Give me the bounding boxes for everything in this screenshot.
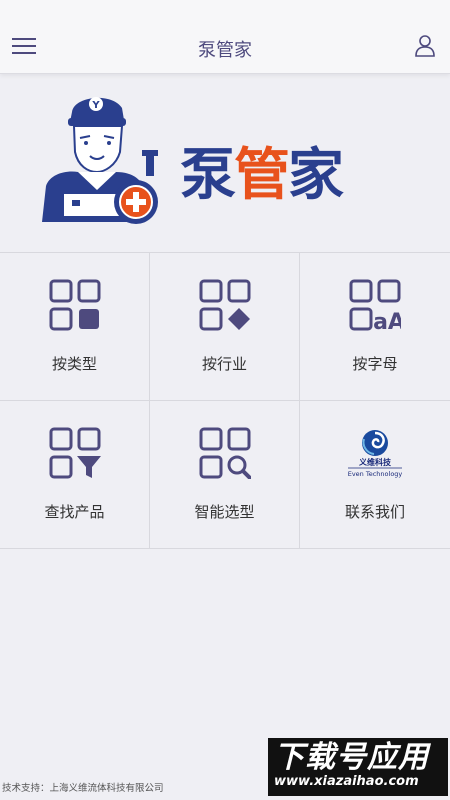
svg-text:义维科技: 义维科技 <box>358 457 392 467</box>
menu-item-label: 智能选型 <box>194 503 255 521</box>
pump-mascot-icon: Y <box>42 97 158 224</box>
search-grid-icon <box>199 427 251 479</box>
watermark-text: 下载号应用 <box>274 740 429 775</box>
alphabet-grid-icon: aA <box>349 279 401 331</box>
top-bar: 泵管家 <box>0 0 450 74</box>
menu-item-label: 查找产品 <box>44 503 105 521</box>
page-title: 泵管家 <box>198 40 252 61</box>
watermark-logo: 下载号应用 www.xiazaihao.com <box>268 738 448 796</box>
svg-text:Even Technology: Even Technology <box>348 470 403 478</box>
category-grid-icon <box>49 279 101 331</box>
brand-wordmark: 泵管家 <box>180 143 344 208</box>
menu-item-label: 按行业 <box>201 355 247 373</box>
menu-item-by-type[interactable]: 按类型 <box>0 253 150 401</box>
menu-item-label: 联系我们 <box>344 503 405 521</box>
brand-logo: Y 泵管家 <box>0 74 450 252</box>
user-icon[interactable] <box>414 34 436 58</box>
svg-text:aA: aA <box>373 310 401 331</box>
menu-item-by-industry[interactable]: 按行业 <box>150 253 300 401</box>
watermark-url: www.xiazaihao.com <box>274 774 419 789</box>
menu-grid: 按类型 按行业 aA 按字母 查找产品 智能选型 义维科技 Even Techn… <box>0 252 450 549</box>
menu-item-contact-us[interactable]: 义维科技 Even Technology 联系我们 <box>300 401 450 549</box>
menu-item-by-alphabet[interactable]: aA 按字母 <box>300 253 450 401</box>
footer-credit: 技术支持：上海义维流体科技有限公司 <box>2 783 164 794</box>
menu-item-label: 按字母 <box>352 355 398 373</box>
svg-text:Y: Y <box>91 100 100 111</box>
industry-grid-icon <box>199 279 251 331</box>
even-technology-logo: 义维科技 Even Technology <box>348 430 403 478</box>
menu-item-smart-selection[interactable]: 智能选型 <box>150 401 300 549</box>
filter-grid-icon <box>49 427 101 479</box>
menu-item-find-product[interactable]: 查找产品 <box>0 401 150 549</box>
menu-item-label: 按类型 <box>51 355 97 373</box>
